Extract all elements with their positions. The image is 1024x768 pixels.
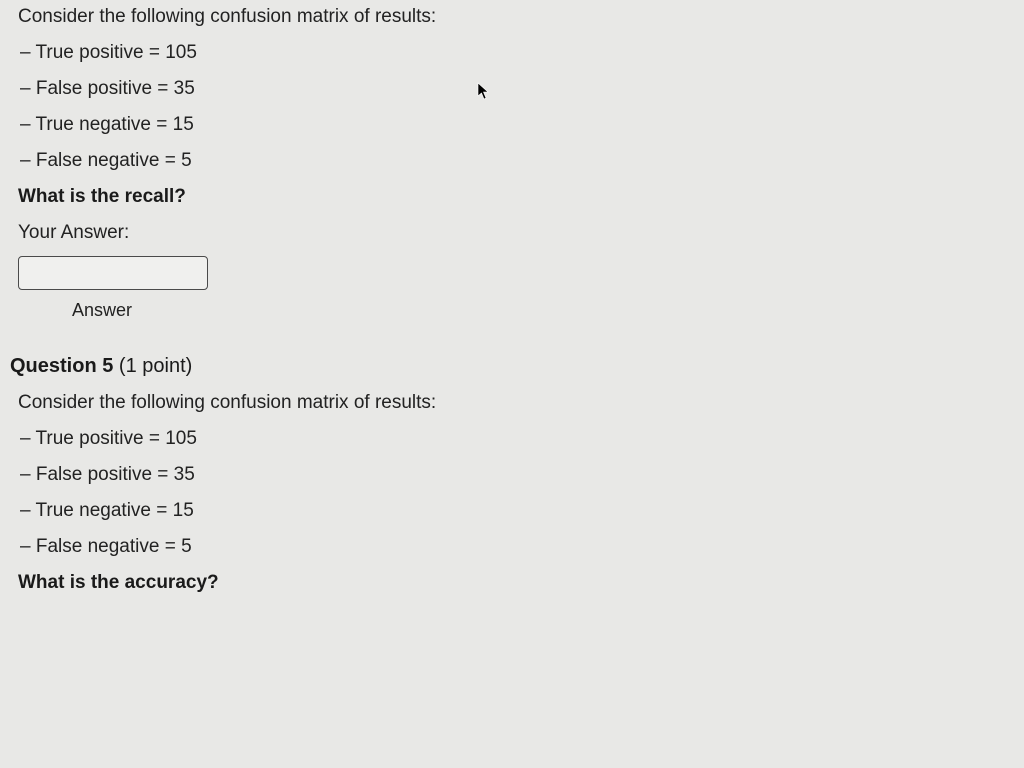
q5-bullet-fp: – False positive = 35 — [18, 464, 1006, 486]
q4-bullet-fn: – False negative = 5 — [18, 150, 1006, 172]
q5-bullet-tn: – True negative = 15 — [18, 500, 1006, 522]
q4-bullet-tp: – True positive = 105 — [18, 42, 1006, 64]
quiz-content: Consider the following confusion matrix … — [0, 0, 1024, 594]
q4-bullet-fp: – False positive = 35 — [18, 78, 1006, 100]
question-5-block: Question 5 (1 point) Consider the follow… — [18, 355, 1006, 594]
q4-question: What is the recall? — [18, 186, 1006, 208]
q5-question: What is the accuracy? — [18, 572, 1006, 594]
q4-answer-label: Your Answer: — [18, 222, 1006, 244]
q5-prompt: Consider the following confusion matrix … — [18, 392, 1006, 414]
q4-bullet-tn: – True negative = 15 — [18, 114, 1006, 136]
q4-answer-caption: Answer — [72, 300, 1006, 321]
q4-answer-input[interactable] — [18, 256, 208, 290]
q5-header: Question 5 (1 point) — [10, 355, 1006, 378]
q5-bullet-tp: – True positive = 105 — [18, 428, 1006, 450]
q5-bullet-fn: – False negative = 5 — [18, 536, 1006, 558]
q4-prompt: Consider the following confusion matrix … — [18, 6, 1006, 28]
question-4-block: Consider the following confusion matrix … — [18, 6, 1006, 321]
q5-number: Question 5 — [10, 355, 113, 377]
q5-points: (1 point) — [113, 355, 192, 377]
